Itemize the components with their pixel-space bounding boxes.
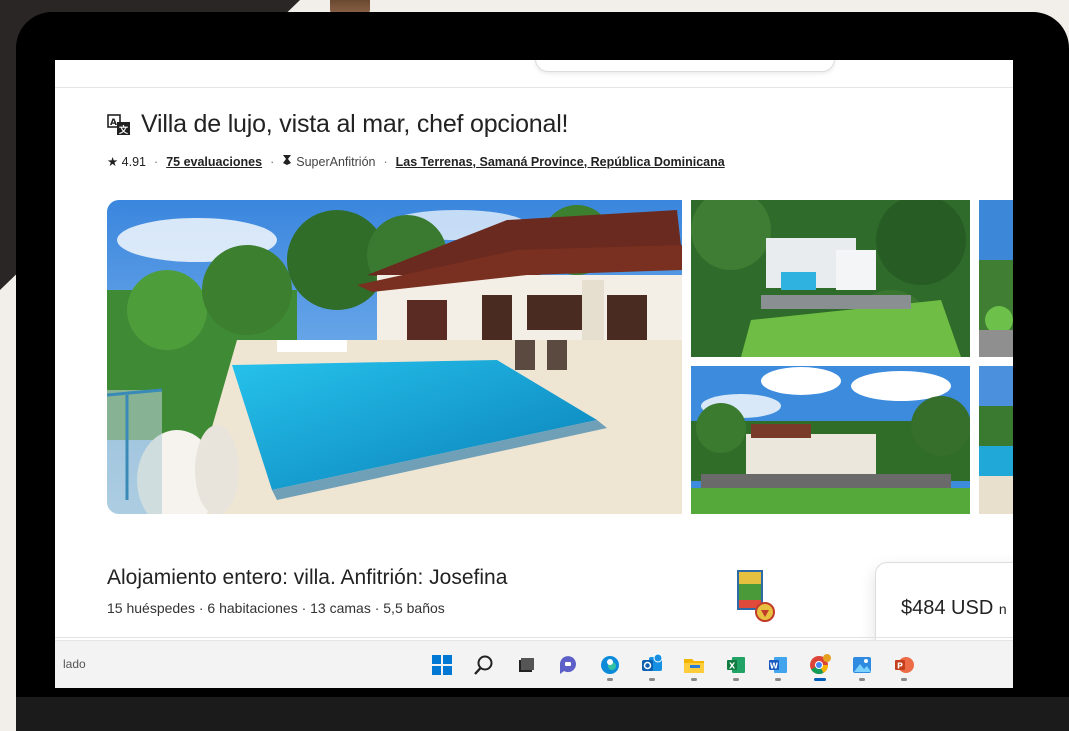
search-bar[interactable]: [535, 60, 835, 72]
header-divider: [55, 87, 1013, 88]
task-view-icon[interactable]: [511, 649, 541, 681]
main-photo[interactable]: [107, 200, 682, 514]
gallery-photo-5[interactable]: [979, 366, 1013, 514]
reviews-link[interactable]: 75 evaluaciones: [166, 155, 262, 169]
gallery-photo-3[interactable]: [979, 200, 1013, 357]
photos-icon[interactable]: [847, 649, 877, 681]
file-explorer-icon[interactable]: [679, 649, 709, 681]
teams-chat-icon[interactable]: [553, 649, 583, 681]
browser-screen: A 文 Villa de lujo, vista al mar, chef op…: [55, 60, 1013, 688]
chrome-icon[interactable]: [805, 649, 835, 681]
windows-taskbar: lado X W P: [55, 640, 1013, 688]
excel-icon[interactable]: X: [721, 649, 751, 681]
listing-details: 15 huéspedes · 6 habitaciones · 13 camas…: [107, 600, 445, 616]
content-divider: [55, 637, 1013, 638]
gallery-photo-2[interactable]: [691, 200, 970, 357]
taskbar-icons: X W P: [427, 649, 919, 681]
price-per-night: $484 USD n: [901, 597, 1007, 619]
title-row: A 文 Villa de lujo, vista al mar, chef op…: [107, 110, 568, 139]
listing-title: Villa de lujo, vista al mar, chef opcion…: [141, 110, 569, 138]
search-icon[interactable]: [469, 649, 499, 681]
windows-start-icon[interactable]: [427, 649, 457, 681]
svg-text:W: W: [770, 662, 779, 671]
svg-text:A: A: [110, 118, 117, 128]
rating: ★ 4.91: [107, 155, 147, 169]
svg-text:X: X: [729, 662, 736, 671]
powerpoint-icon[interactable]: P: [889, 649, 919, 681]
superhost-icon: [282, 154, 292, 169]
listing-heading: Alojamiento entero: villa. Anfitrión: Jo…: [107, 566, 508, 589]
gallery-photo-4[interactable]: [691, 366, 970, 514]
taskbar-status-text: lado: [63, 657, 86, 671]
location-link[interactable]: Las Terrenas, Samaná Province, República…: [396, 155, 725, 169]
laptop-bezel-bottom: [16, 697, 1069, 731]
svg-text:文: 文: [118, 124, 129, 136]
word-icon[interactable]: W: [763, 649, 793, 681]
svg-text:P: P: [897, 662, 903, 671]
edge-icon[interactable]: [595, 649, 625, 681]
superhost-label: SuperAnfitrión: [296, 154, 376, 169]
host-badge-icon: [735, 568, 775, 626]
booking-card: $484 USD n: [875, 562, 1013, 652]
outlook-icon[interactable]: [637, 649, 667, 681]
listing-meta-row: ★ 4.91 · 75 evaluaciones · SuperAnfitrió…: [107, 154, 725, 170]
translate-icon[interactable]: A 文: [107, 113, 131, 137]
